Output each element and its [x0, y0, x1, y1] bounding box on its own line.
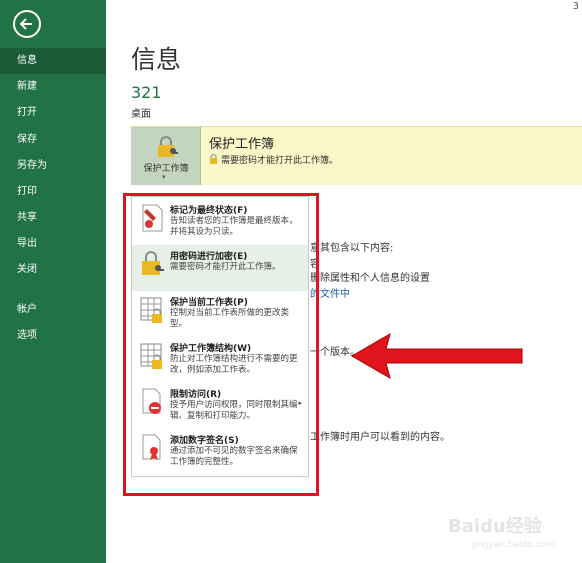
protect-workbook-button-label: 保护工作簿 — [143, 164, 189, 174]
sidebar-item-export[interactable]: 导出 — [0, 231, 106, 257]
sidebar-item-account[interactable]: 帐户 — [0, 297, 106, 323]
backstage-sidebar: 信息 新建 打开 保存 另存为 打印 共享 导出 关闭 帐户 选项 — [0, 0, 106, 563]
protect-description-row: 需要密码才能打开此工作簿。 — [209, 153, 338, 167]
page-title: 信息 — [131, 45, 182, 74]
lock-icon — [209, 154, 218, 167]
sidebar-item-close[interactable]: 关闭 — [0, 257, 106, 283]
protect-title: 保护工作簿 — [209, 137, 275, 152]
sidebar-item-open[interactable]: 打开 — [0, 100, 106, 126]
sidebar-item-save-as[interactable]: 另存为 — [0, 153, 106, 179]
inspect-text-1: 意其包含以下内容: — [310, 243, 394, 254]
protect-workbook-panel: 保护工作簿 ▾ 保护工作簿 需要密码才能打开此工作簿。 — [131, 126, 582, 185]
chevron-down-icon: ▾ — [162, 173, 166, 181]
sidebar-item-share[interactable]: 共享 — [0, 205, 106, 231]
protect-description: 需要密码才能打开此工作簿。 — [221, 156, 339, 166]
sidebar-item-options[interactable]: 选项 — [0, 323, 106, 349]
watermark-url: jingyan.baidu.com — [472, 540, 556, 550]
back-button[interactable] — [13, 10, 41, 38]
inspect-text-3: 删除属性和个人信息的设置 — [310, 273, 430, 284]
sidebar-item-print[interactable]: 打印 — [0, 179, 106, 205]
document-name: 321 — [131, 83, 162, 102]
document-location: 桌面 — [131, 109, 151, 120]
sidebar-item-info[interactable]: 信息 — [0, 48, 106, 74]
page-number: 3 — [572, 1, 579, 12]
arrow-left-icon — [19, 18, 32, 30]
browser-view-text: 工作簿时用户可以看到的内容。 — [310, 432, 450, 443]
protect-workbook-button[interactable]: 保护工作簿 ▾ — [131, 127, 201, 185]
arrow-pointer-icon — [351, 332, 523, 380]
sidebar-item-new[interactable]: 新建 — [0, 74, 106, 100]
sidebar-item-save[interactable]: 保存 — [0, 127, 106, 153]
highlight-frame — [123, 193, 319, 496]
lock-key-icon — [155, 135, 179, 163]
watermark-logo: Baidu经验 — [448, 516, 542, 537]
